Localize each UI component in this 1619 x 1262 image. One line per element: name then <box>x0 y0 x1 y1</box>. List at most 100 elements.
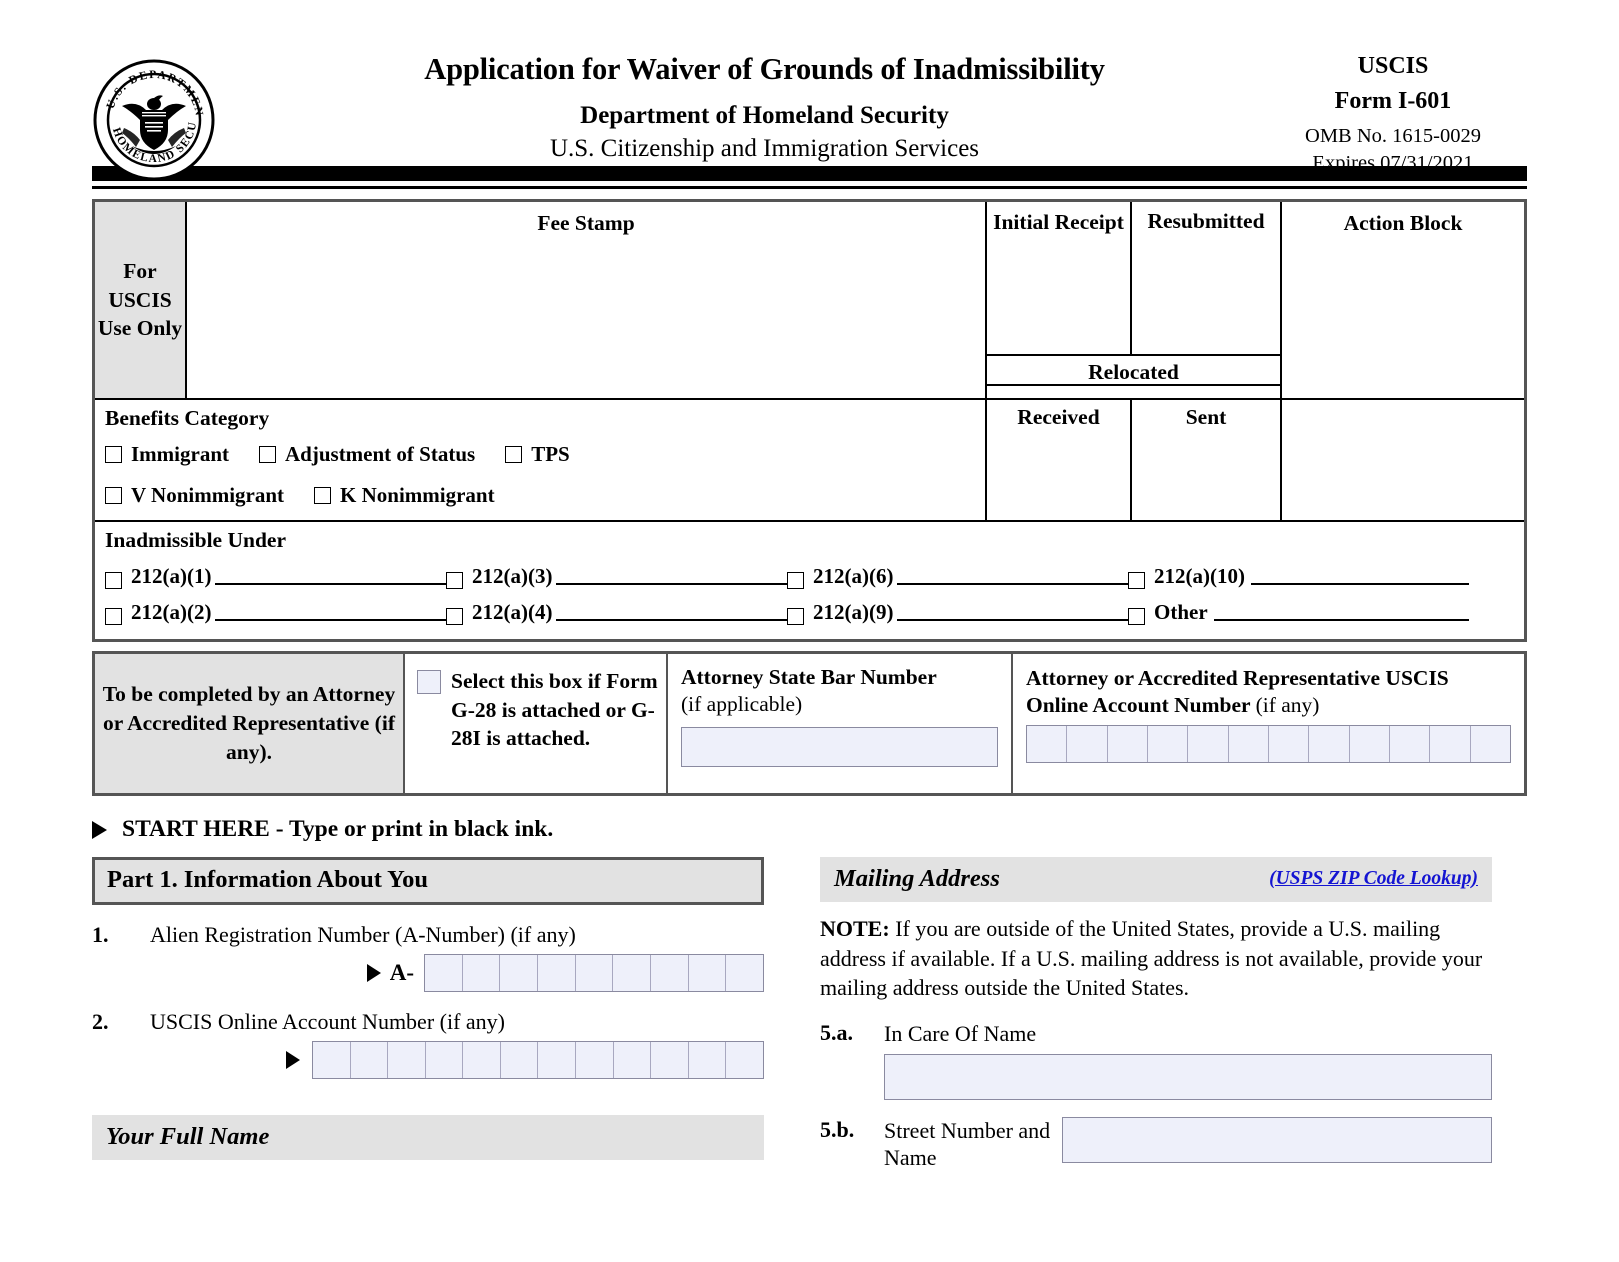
checkbox-212a10[interactable]: 212(a)(10) <box>1128 564 1469 589</box>
comb-cell[interactable] <box>425 955 463 991</box>
comb-cell[interactable] <box>689 1042 727 1078</box>
write-in-line[interactable] <box>556 607 787 621</box>
checkbox-212a6[interactable]: 212(a)(6) <box>787 564 1128 589</box>
resubmitted-cell[interactable]: Resubmitted <box>1132 202 1280 354</box>
page-title: Application for Waiver of Grounds of Ina… <box>424 52 1105 86</box>
comb-cell[interactable] <box>576 955 614 991</box>
header-right: USCIS Form I-601 OMB No. 1615-0029 Expir… <box>1259 52 1527 176</box>
attorney-state-bar-input[interactable] <box>681 726 998 767</box>
checkbox-212a3[interactable]: 212(a)(3) <box>446 564 787 589</box>
comb-cell[interactable] <box>1229 726 1269 763</box>
online-account-row <box>92 1041 764 1079</box>
action-block-cell[interactable]: Action Block <box>1282 202 1524 398</box>
comb-cell[interactable] <box>1471 726 1510 762</box>
comb-cell[interactable] <box>1390 726 1431 763</box>
in-care-of-name-input[interactable] <box>884 1054 1492 1101</box>
attorney-online-account-input[interactable] <box>1026 725 1511 764</box>
comb-cell[interactable] <box>1148 726 1189 763</box>
write-in-line[interactable] <box>897 571 1128 585</box>
sent-cell[interactable]: Sent <box>1132 400 1280 520</box>
checkbox-label: 212(a)(6) <box>813 564 894 588</box>
checkbox-label: 212(a)(10) <box>1154 564 1245 588</box>
your-full-name-heading: Your Full Name <box>92 1115 764 1160</box>
checkbox-label: 212(a)(3) <box>472 564 553 588</box>
write-in-line[interactable] <box>215 571 446 585</box>
received-sent-cells: Received Sent <box>985 400 1282 520</box>
checkbox-212a2[interactable]: 212(a)(2) <box>105 600 446 625</box>
comb-cell[interactable] <box>463 1042 501 1078</box>
write-in-line[interactable] <box>1213 607 1469 621</box>
note-label: NOTE: <box>820 916 890 941</box>
comb-cell[interactable] <box>1269 726 1310 763</box>
comb-cell[interactable] <box>689 955 727 991</box>
checkbox-adjustment-of-status[interactable]: Adjustment of Status <box>259 442 475 467</box>
comb-cell[interactable] <box>538 955 576 991</box>
write-in-line[interactable] <box>215 607 446 621</box>
initial-receipt-cell[interactable]: Initial Receipt <box>987 202 1132 354</box>
comb-cell[interactable] <box>500 955 539 991</box>
comb-cell[interactable] <box>313 1042 351 1078</box>
comb-cell[interactable] <box>726 955 763 991</box>
received-cell[interactable]: Received <box>987 400 1132 520</box>
comb-cell[interactable] <box>463 955 501 991</box>
comb-cell[interactable] <box>726 1042 763 1078</box>
g28-checkbox[interactable] <box>417 670 441 694</box>
uscis-online-account-input[interactable] <box>312 1041 764 1079</box>
write-in-line[interactable] <box>556 571 787 585</box>
comb-cell[interactable] <box>614 1042 652 1078</box>
comb-cell[interactable] <box>651 1042 689 1078</box>
benefits-category-label: Benefits Category <box>105 406 270 430</box>
g28-checkbox-cell[interactable]: Select this box if Form G-28 is attached… <box>405 654 668 793</box>
question-1-number: 1. <box>92 922 109 947</box>
checkbox-v-nonimmigrant[interactable]: V Nonimmigrant <box>105 483 284 508</box>
action-block-body[interactable] <box>1282 400 1524 520</box>
checkbox-icon <box>259 446 276 463</box>
comb-cell[interactable] <box>1430 726 1471 763</box>
benefits-category-section: Benefits Category Immigrant Adjustment o… <box>95 400 985 520</box>
checkbox-212a4[interactable]: 212(a)(4) <box>446 600 787 625</box>
comb-cell[interactable] <box>538 1042 577 1078</box>
checkbox-label: 212(a)(9) <box>813 600 894 624</box>
checkbox-label: TPS <box>531 442 570 466</box>
question-2: 2. USCIS Online Account Number (if any) <box>92 1009 764 1035</box>
comb-cell[interactable] <box>1067 726 1108 763</box>
checkbox-tps[interactable]: TPS <box>505 442 570 467</box>
comb-cell[interactable] <box>501 1042 539 1078</box>
checkbox-icon <box>1128 608 1145 625</box>
write-in-line[interactable] <box>897 607 1128 621</box>
comb-cell[interactable] <box>1108 726 1148 763</box>
attorney-online-account-note: (if any) <box>1255 692 1320 717</box>
a-number-input[interactable] <box>424 954 764 992</box>
checkbox-other[interactable]: Other <box>1128 600 1469 625</box>
street-number-and-name-input[interactable] <box>1062 1117 1492 1164</box>
checkbox-212a1[interactable]: 212(a)(1) <box>105 564 446 589</box>
fee-stamp-cell[interactable]: Fee Stamp <box>187 202 985 398</box>
triangle-pointer-icon <box>92 820 107 839</box>
checkbox-immigrant[interactable]: Immigrant <box>105 442 229 467</box>
comb-cell[interactable] <box>1350 726 1390 763</box>
checkbox-icon <box>505 446 523 463</box>
receipt-cells: Initial Receipt Resubmitted Relocated <box>985 202 1282 398</box>
benefits-row-1: Immigrant Adjustment of Status TPS <box>105 442 985 467</box>
checkbox-212a9[interactable]: 212(a)(9) <box>787 600 1128 625</box>
comb-cell[interactable] <box>651 955 689 991</box>
comb-cell[interactable] <box>388 1042 426 1078</box>
attorney-state-bar-label: Attorney State Bar Number <box>681 665 937 689</box>
comb-cell[interactable] <box>351 1042 389 1078</box>
usps-zip-code-lookup-link[interactable]: (USPS ZIP Code Lookup) <box>1269 868 1478 890</box>
checkbox-k-nonimmigrant[interactable]: K Nonimmigrant <box>314 483 495 508</box>
comb-cell[interactable] <box>1188 726 1229 763</box>
checkbox-icon <box>787 608 804 625</box>
action-block-label: Action Block <box>1343 211 1463 235</box>
checkbox-label: 212(a)(4) <box>472 600 553 624</box>
write-in-line[interactable] <box>1250 571 1469 585</box>
comb-cell[interactable] <box>613 955 652 991</box>
form-header: U.S. DEPARTMENT OF HOMELAND SECURITY <box>92 0 1527 181</box>
comb-cell[interactable] <box>1309 726 1350 763</box>
comb-cell[interactable] <box>1027 726 1068 763</box>
comb-cell[interactable] <box>426 1042 464 1078</box>
question-5a: 5.a. In Care Of Name <box>820 1020 1492 1047</box>
your-full-name-label: Your Full Name <box>106 1123 270 1150</box>
triangle-pointer-icon <box>366 964 381 982</box>
comb-cell[interactable] <box>576 1042 614 1078</box>
